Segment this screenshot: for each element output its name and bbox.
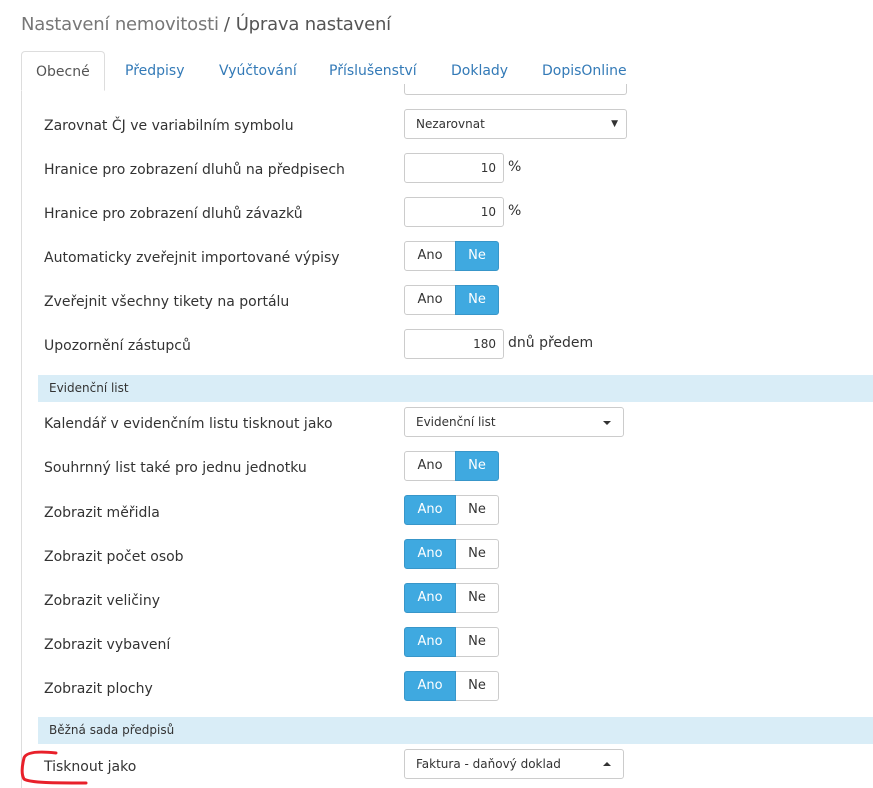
section-evidencni-list: Evidenční list (38, 375, 873, 402)
breadcrumb-separator: / (223, 14, 230, 35)
ano-button[interactable]: Ano (404, 583, 456, 613)
kalendar-select[interactable]: Evidenční list (404, 407, 624, 437)
souhrnny-toggle: Ano Ne (404, 451, 499, 481)
ano-button[interactable]: Ano (404, 285, 456, 315)
tisknout-value: Faktura - daňový doklad (416, 757, 561, 771)
kalendar-value: Evidenční list (416, 415, 496, 429)
ano-button[interactable]: Ano (404, 539, 456, 569)
zarovnat-label: Zarovnat ČJ ve variabilním symbolu (44, 118, 294, 134)
plochy-label: Zobrazit plochy (44, 681, 153, 697)
ne-button[interactable]: Ne (455, 241, 499, 271)
ne-button[interactable]: Ne (455, 671, 499, 701)
meridla-label: Zobrazit měřidla (44, 505, 160, 521)
vybaveni-label: Zobrazit vybavení (44, 637, 171, 653)
zarovnat-select[interactable]: Nezarovnat ▼ (404, 109, 627, 139)
meridla-toggle: Ano Ne (404, 495, 499, 525)
pocet-osob-label: Zobrazit počet osob (44, 549, 184, 565)
plochy-toggle: Ano Ne (404, 671, 499, 701)
kalendar-label: Kalendář v evidenčním listu tisknout jak… (44, 416, 333, 432)
ne-button[interactable]: Ne (455, 495, 499, 525)
partial-select[interactable] (404, 84, 627, 95)
ne-button[interactable]: Ne (455, 539, 499, 569)
auto-zverejnit-label: Automaticky zveřejnit importované výpisy (44, 250, 340, 266)
tab-obecne[interactable]: Obecné (21, 51, 105, 91)
vybaveni-toggle: Ano Ne (404, 627, 499, 657)
souhrnny-label: Souhrnný list také pro jednu jednotku (44, 460, 307, 476)
hranice-zavazky-label: Hranice pro zobrazení dluhů závazků (44, 206, 303, 222)
zverejnit-tikety-toggle: Ano Ne (404, 285, 499, 315)
ne-button[interactable]: Ne (455, 583, 499, 613)
upozorneni-unit: dnů předem (508, 335, 594, 351)
tab-predpisy[interactable]: Předpisy (125, 51, 185, 91)
tab-vyuctovani[interactable]: Vyúčtování (219, 51, 297, 91)
auto-zverejnit-toggle: Ano Ne (404, 241, 499, 271)
ne-button[interactable]: Ne (455, 451, 499, 481)
section-bezna-sada: Běžná sada předpisů (38, 717, 873, 744)
upozorneni-label: Upozornění zástupců (44, 338, 191, 354)
red-annotation-mark (20, 750, 88, 785)
ne-button[interactable]: Ne (455, 285, 499, 315)
zverejnit-tikety-label: Zveřejnit všechny tikety na portálu (44, 294, 290, 310)
veliciny-label: Zobrazit veličiny (44, 593, 160, 609)
hranice-zavazky-input[interactable]: 10 (404, 197, 504, 227)
ano-button[interactable]: Ano (404, 241, 456, 271)
ne-button[interactable]: Ne (455, 627, 499, 657)
ano-button[interactable]: Ano (404, 495, 456, 525)
ano-button[interactable]: Ano (404, 671, 456, 701)
hranice-predpisy-input[interactable]: 10 (404, 153, 504, 183)
percent-unit: % (508, 159, 522, 175)
hranice-predpisy-label: Hranice pro zobrazení dluhů na předpisec… (44, 162, 345, 178)
veliciny-toggle: Ano Ne (404, 583, 499, 613)
breadcrumb-parent[interactable]: Nastavení nemovitosti (21, 14, 219, 35)
caret-down-icon: ▼ (611, 119, 618, 129)
ano-button[interactable]: Ano (404, 627, 456, 657)
percent-unit: % (508, 203, 522, 219)
breadcrumb-current: Úprava nastavení (235, 14, 391, 35)
ano-button[interactable]: Ano (404, 451, 456, 481)
pocet-osob-toggle: Ano Ne (404, 539, 499, 569)
zarovnat-value: Nezarovnat (416, 117, 485, 131)
breadcrumb: Nastavení nemovitosti / Úprava nastavení (21, 14, 391, 35)
upozorneni-input[interactable]: 180 (404, 329, 504, 359)
caret-up-icon (603, 762, 611, 766)
tisknout-select[interactable]: Faktura - daňový doklad (404, 749, 624, 779)
caret-down-icon (603, 421, 611, 425)
